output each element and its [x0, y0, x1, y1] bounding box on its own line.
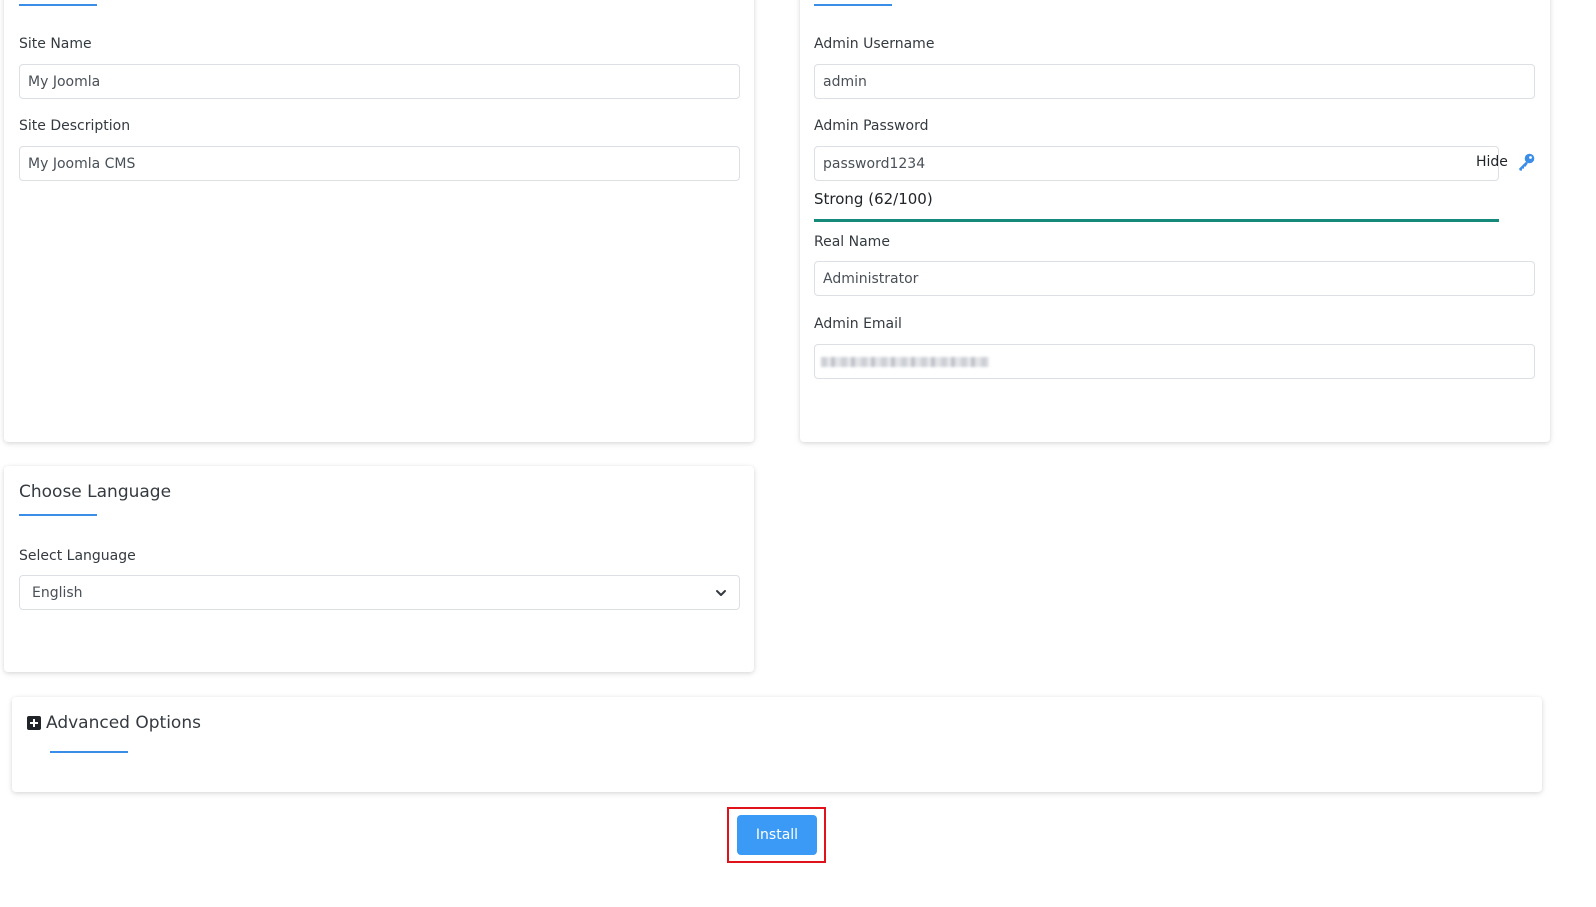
section-title-underline — [19, 514, 97, 516]
section-title-underline — [50, 751, 128, 753]
advanced-options-toggle[interactable]: Advanced Options — [27, 713, 201, 733]
language-select[interactable]: English — [19, 575, 740, 610]
redacted-email — [821, 357, 989, 367]
language-selected-value: English — [32, 584, 83, 601]
admin-username-label: Admin Username — [814, 36, 935, 52]
site-name-label: Site Name — [19, 36, 92, 52]
admin-details-card: Admin Username Admin Password Hide Stron… — [800, 0, 1550, 442]
key-icon — [1516, 152, 1536, 172]
language-card: Choose Language Select Language English — [4, 466, 754, 672]
real-name-input[interactable] — [814, 261, 1535, 296]
section-title-underline — [814, 4, 892, 6]
select-language-label: Select Language — [19, 548, 136, 564]
plus-square-icon — [27, 716, 41, 730]
admin-username-input[interactable] — [814, 64, 1535, 99]
site-description-label: Site Description — [19, 118, 131, 134]
chevron-down-icon — [715, 587, 727, 599]
password-strength-meter — [814, 219, 1499, 222]
hide-password-label: Hide — [1476, 154, 1508, 170]
section-title-underline — [19, 4, 97, 6]
admin-email-label: Admin Email — [814, 316, 902, 332]
admin-email-input[interactable] — [814, 344, 1535, 379]
real-name-label: Real Name — [814, 234, 890, 250]
install-button[interactable]: Install — [737, 815, 817, 855]
admin-password-input[interactable] — [814, 146, 1499, 181]
advanced-options-title: Advanced Options — [46, 713, 201, 733]
language-section-title: Choose Language — [19, 482, 172, 502]
site-name-input[interactable] — [19, 64, 740, 99]
password-toggle[interactable]: Hide — [1476, 152, 1536, 172]
password-strength-text: Strong (62/100) — [814, 190, 933, 208]
advanced-options-card: Advanced Options — [12, 697, 1542, 792]
site-description-input[interactable] — [19, 146, 740, 181]
admin-password-label: Admin Password — [814, 118, 929, 134]
site-details-card: Site Name Site Description — [4, 0, 754, 442]
